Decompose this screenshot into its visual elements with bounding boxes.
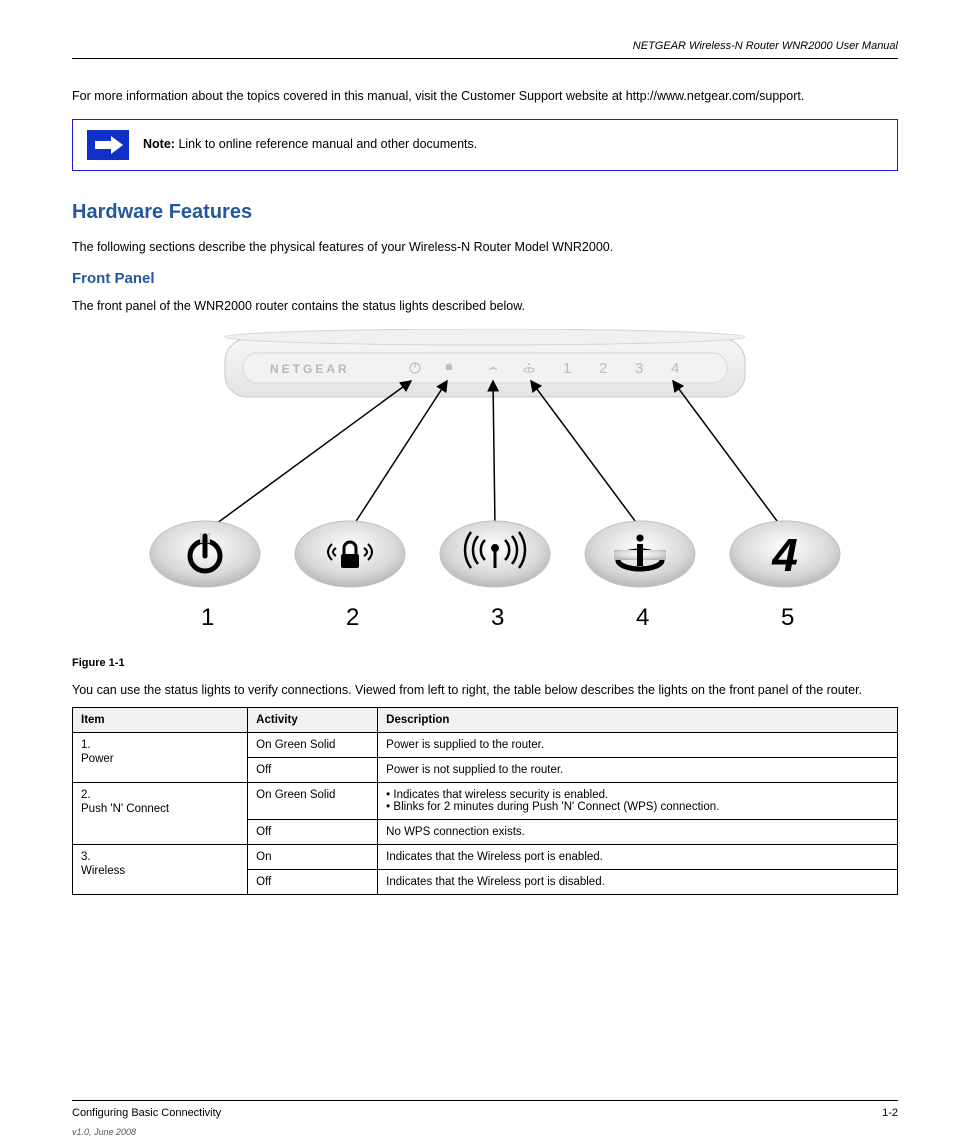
row2-act2: Off xyxy=(248,820,378,845)
row2-bullet1: Indicates that wireless security is enab… xyxy=(386,789,889,801)
page-footer: Configuring Basic Connectivity 1-2 xyxy=(72,1100,898,1119)
row2-bullet2: Blinks for 2 minutes during Push 'N' Con… xyxy=(386,801,889,813)
callout-internet xyxy=(585,521,695,587)
doc-header-title: NETGEAR Wireless-N Router WNR2000 User M… xyxy=(72,40,898,52)
row3-act2: Off xyxy=(248,870,378,895)
figure-caption: Figure 1-1 xyxy=(72,657,898,669)
callout-num-2: 2 xyxy=(346,604,359,631)
subsection-heading: Front Panel xyxy=(72,270,898,287)
panel-label-4: 4 xyxy=(671,360,679,377)
intro-paragraph: For more information about the topics co… xyxy=(72,87,898,105)
note-body: Link to online reference manual and othe… xyxy=(178,137,477,151)
callout-wireless xyxy=(440,521,550,587)
row3-desc1: Indicates that the Wireless port is enab… xyxy=(378,845,898,870)
subsection-intro: The front panel of the WNR2000 router co… xyxy=(72,297,898,315)
callout-num-1: 1 xyxy=(201,604,214,631)
note-box: Note: Link to online reference manual an… xyxy=(72,119,898,171)
table-header-row: Item Activity Description xyxy=(73,708,898,733)
footer-left: Configuring Basic Connectivity xyxy=(72,1107,221,1119)
panel-label-2: 2 xyxy=(599,360,607,377)
note-text: Note: Link to online reference manual an… xyxy=(143,136,477,154)
doc-version: v1.0, June 2008 xyxy=(72,1127,136,1137)
svg-text:4: 4 xyxy=(771,529,798,581)
callout-num-5: 5 xyxy=(781,604,794,631)
section-heading: Hardware Features xyxy=(72,201,898,224)
header-rule xyxy=(72,58,898,59)
row1-desc2: Power is not supplied to the router. xyxy=(378,758,898,783)
row3-name: Wireless xyxy=(81,865,125,877)
section-intro: The following sections describe the phys… xyxy=(72,238,898,256)
table-row: 1. Power On Green Solid Power is supplie… xyxy=(73,733,898,758)
table-row: 3. Wireless On Indicates that the Wirele… xyxy=(73,845,898,870)
table-row: 2. Push 'N' Connect On Green Solid Indic… xyxy=(73,783,898,820)
th-item: Item xyxy=(73,708,248,733)
row2-name: Push 'N' Connect xyxy=(81,803,169,815)
router-brand-label: NETGEAR xyxy=(270,362,350,376)
row2-num: 2. xyxy=(81,789,239,801)
footer-right: 1-2 xyxy=(882,1107,898,1119)
led-table: Item Activity Description 1. Power On Gr… xyxy=(72,707,898,895)
after-figure-paragraph: You can use the status lights to verify … xyxy=(72,683,898,697)
row2-desc2: No WPS connection exists. xyxy=(378,820,898,845)
th-description: Description xyxy=(378,708,898,733)
row3-act1: On xyxy=(248,845,378,870)
callout-num-3: 3 xyxy=(491,604,504,631)
row3-desc2: Indicates that the Wireless port is disa… xyxy=(378,870,898,895)
callout-lan: 4 xyxy=(730,521,840,587)
panel-label-1: 1 xyxy=(563,360,571,377)
arrow-right-icon xyxy=(87,130,129,160)
note-label: Note: xyxy=(143,137,175,151)
callout-push-n-connect xyxy=(295,521,405,587)
row1-num: 1. xyxy=(81,739,239,751)
callout-power xyxy=(150,521,260,587)
row1-desc1: Power is supplied to the router. xyxy=(378,733,898,758)
row2-act1: On Green Solid xyxy=(248,783,378,820)
callout-num-4: 4 xyxy=(636,604,649,631)
row2-desc1: Indicates that wireless security is enab… xyxy=(378,783,898,820)
panel-label-3: 3 xyxy=(635,360,643,377)
row3-num: 3. xyxy=(81,851,239,863)
row1-name: Power xyxy=(81,753,114,765)
row1-act2: Off xyxy=(248,758,378,783)
row1-act1: On Green Solid xyxy=(248,733,378,758)
front-panel-figure: NETGEAR 1 2 3 4 xyxy=(72,329,898,649)
th-activity: Activity xyxy=(248,708,378,733)
